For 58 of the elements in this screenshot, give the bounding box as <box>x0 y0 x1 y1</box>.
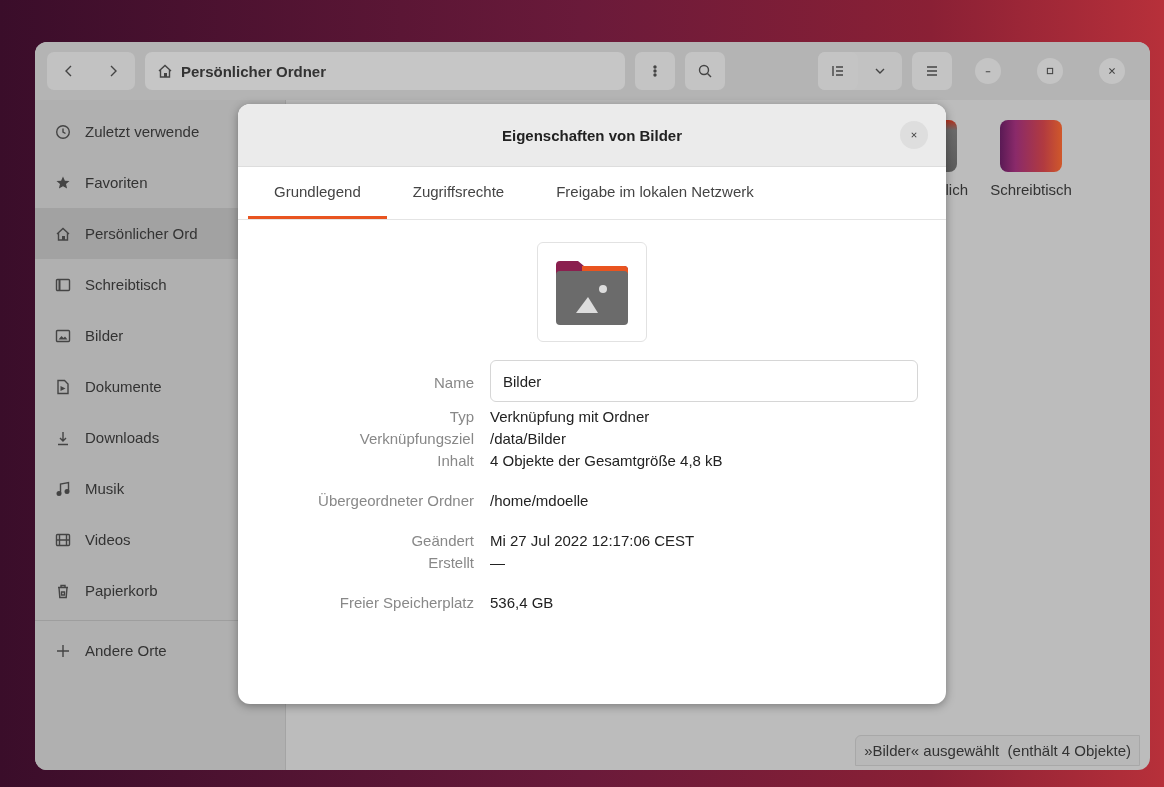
path-label: Persönlicher Ordner <box>181 62 327 80</box>
property-label: Freier Speicherplatz <box>338 593 474 613</box>
status-bar: »Bilder« ausgewählt (enthält 4 Objekte) <box>855 735 1140 766</box>
folder-icon[interactable] <box>1000 120 1062 172</box>
property-value: Mi 27 Jul 2022 12:17:06 CEST <box>490 531 696 551</box>
property-value: — <box>490 553 506 573</box>
sidebar-item[interactable]: Dokumente <box>35 361 285 412</box>
sidebar-item[interactable]: Zuletzt verwende <box>35 106 285 157</box>
menu-icon <box>924 63 940 79</box>
tab[interactable]: Freigabe im lokalen Netzwerk <box>530 167 780 219</box>
list-icon <box>830 63 846 79</box>
property-label: Übergeordneter Ordner <box>317 491 474 511</box>
desktop-icon <box>55 276 71 293</box>
property-value: /data/Bilder <box>490 429 567 449</box>
name-field[interactable]: Bilder <box>490 360 918 402</box>
sidebar-item[interactable]: Schreibtisch <box>35 259 285 310</box>
property-label: Name <box>433 373 474 393</box>
property-label: Erstellt <box>427 553 474 573</box>
property-value: Verknüpfung mit Ordner <box>490 407 651 427</box>
home-icon <box>157 63 173 79</box>
maximize-icon <box>1044 65 1056 77</box>
close-button[interactable] <box>1099 58 1125 84</box>
property-value: 4 Objekte der Gesamtgröße 4,8 kB <box>490 451 724 471</box>
download-icon <box>55 429 71 446</box>
file-label: lich <box>944 182 969 198</box>
close-icon <box>1106 65 1118 77</box>
more-button[interactable] <box>635 52 675 90</box>
sidebar-item[interactable]: Bilder <box>35 310 285 361</box>
trash-icon <box>55 582 71 599</box>
tab[interactable]: Grundlegend <box>248 167 387 219</box>
property-label: Verknüpfungsziel <box>358 429 474 449</box>
sidebar-item[interactable]: Papierkorb <box>35 565 285 616</box>
file-label: Schreibtisch <box>989 182 1073 198</box>
property-label: Typ <box>448 407 474 427</box>
property-value: 536,4 GB <box>490 593 555 613</box>
maximize-button[interactable] <box>1037 58 1063 84</box>
clock-icon <box>55 123 71 140</box>
sidebar-item[interactable]: Andere Orte <box>35 625 285 676</box>
property-label: Geändert <box>410 531 474 551</box>
sidebar-item[interactable]: Musik <box>35 463 285 514</box>
property-value: /home/mdoelle <box>490 491 590 511</box>
image-icon <box>55 327 71 344</box>
path-bar[interactable]: Persönlicher Ordner <box>145 52 625 90</box>
search-icon <box>697 63 713 79</box>
dialog-title: Eigenschaften von Bilder <box>501 126 682 144</box>
minimize-button[interactable] <box>975 58 1001 84</box>
film-icon <box>55 531 71 548</box>
dialog-close-button[interactable] <box>900 121 928 149</box>
music-icon <box>55 480 71 497</box>
search-button[interactable] <box>685 52 725 90</box>
sidebar-item[interactable]: Downloads <box>35 412 285 463</box>
tab[interactable]: Zugriffsrechte <box>386 167 531 219</box>
menu-button[interactable] <box>912 52 952 90</box>
property-label: Inhalt <box>436 451 474 471</box>
sidebar-item[interactable]: Videos <box>35 514 285 565</box>
plus-icon <box>55 642 71 659</box>
document-icon <box>55 378 71 395</box>
home-icon <box>55 225 71 242</box>
